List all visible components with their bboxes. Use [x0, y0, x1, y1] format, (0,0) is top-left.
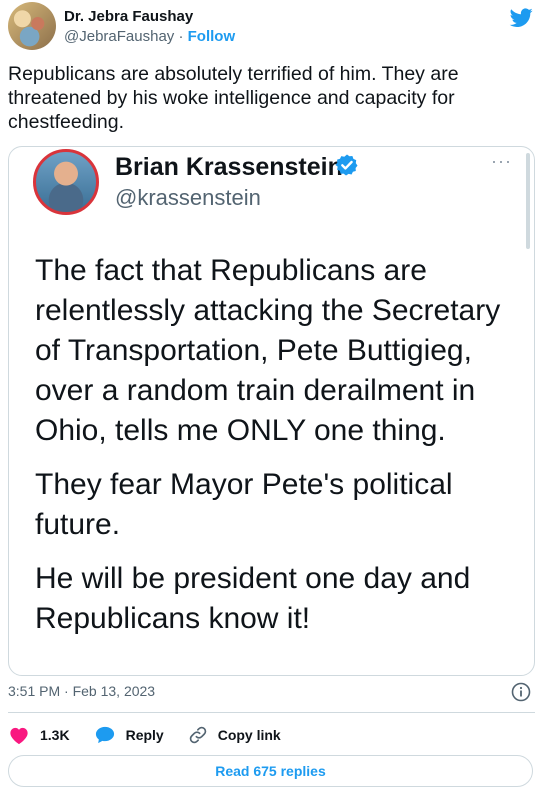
like-count: 1.3K	[40, 727, 70, 743]
embedded-tweet-body: The fact that Republicans are relentless…	[35, 251, 515, 653]
like-button[interactable]: 1.3K	[8, 725, 70, 745]
heart-icon	[10, 727, 28, 745]
twitter-bird-icon[interactable]	[509, 6, 533, 30]
link-icon	[189, 726, 206, 744]
embedded-tweet[interactable]: Brian Krassenstein @krassenstein ··· The…	[8, 146, 535, 676]
tweet-header: Dr. Jebra Faushay @JebraFaushay · Follow	[8, 2, 535, 52]
embedded-paragraph: They fear Mayor Pete's political future.	[35, 468, 453, 541]
reply-bubble-icon	[95, 726, 114, 744]
embedded-author-name: Brian Krassenstein	[115, 153, 343, 181]
reply-label: Reply	[125, 727, 164, 743]
embedded-paragraph: He will be president one day and Republi…	[35, 562, 471, 635]
author-handle[interactable]: @JebraFaushay	[64, 28, 174, 45]
follow-link[interactable]: Follow	[188, 28, 236, 45]
embed-scrollbar[interactable]	[526, 153, 530, 249]
embedded-author-handle: @krassenstein	[115, 185, 261, 210]
divider	[8, 712, 535, 713]
copy-link-button[interactable]: Copy link	[188, 725, 281, 745]
embedded-paragraph: The fact that Republicans are relentless…	[35, 254, 501, 447]
reply-button[interactable]: Reply	[94, 725, 164, 745]
author-handle-line: @JebraFaushay · Follow	[64, 28, 235, 45]
handle-separator: ·	[178, 28, 184, 45]
read-replies-button[interactable]: Read 675 replies	[8, 755, 533, 787]
info-icon[interactable]	[511, 682, 531, 702]
action-bar: 1.3K Reply Copy link	[8, 721, 305, 749]
verified-badge-icon	[335, 154, 358, 176]
tweet-timestamp[interactable]: 3:51 PM · Feb 13, 2023	[8, 683, 155, 699]
author-avatar[interactable]	[8, 2, 56, 50]
embedded-author-avatar[interactable]	[33, 149, 99, 215]
author-name[interactable]: Dr. Jebra Faushay	[64, 8, 193, 25]
copy-link-label: Copy link	[217, 727, 281, 743]
more-options-icon[interactable]: ···	[491, 151, 512, 172]
tweet-text: Republicans are absolutely terrified of …	[8, 63, 459, 133]
